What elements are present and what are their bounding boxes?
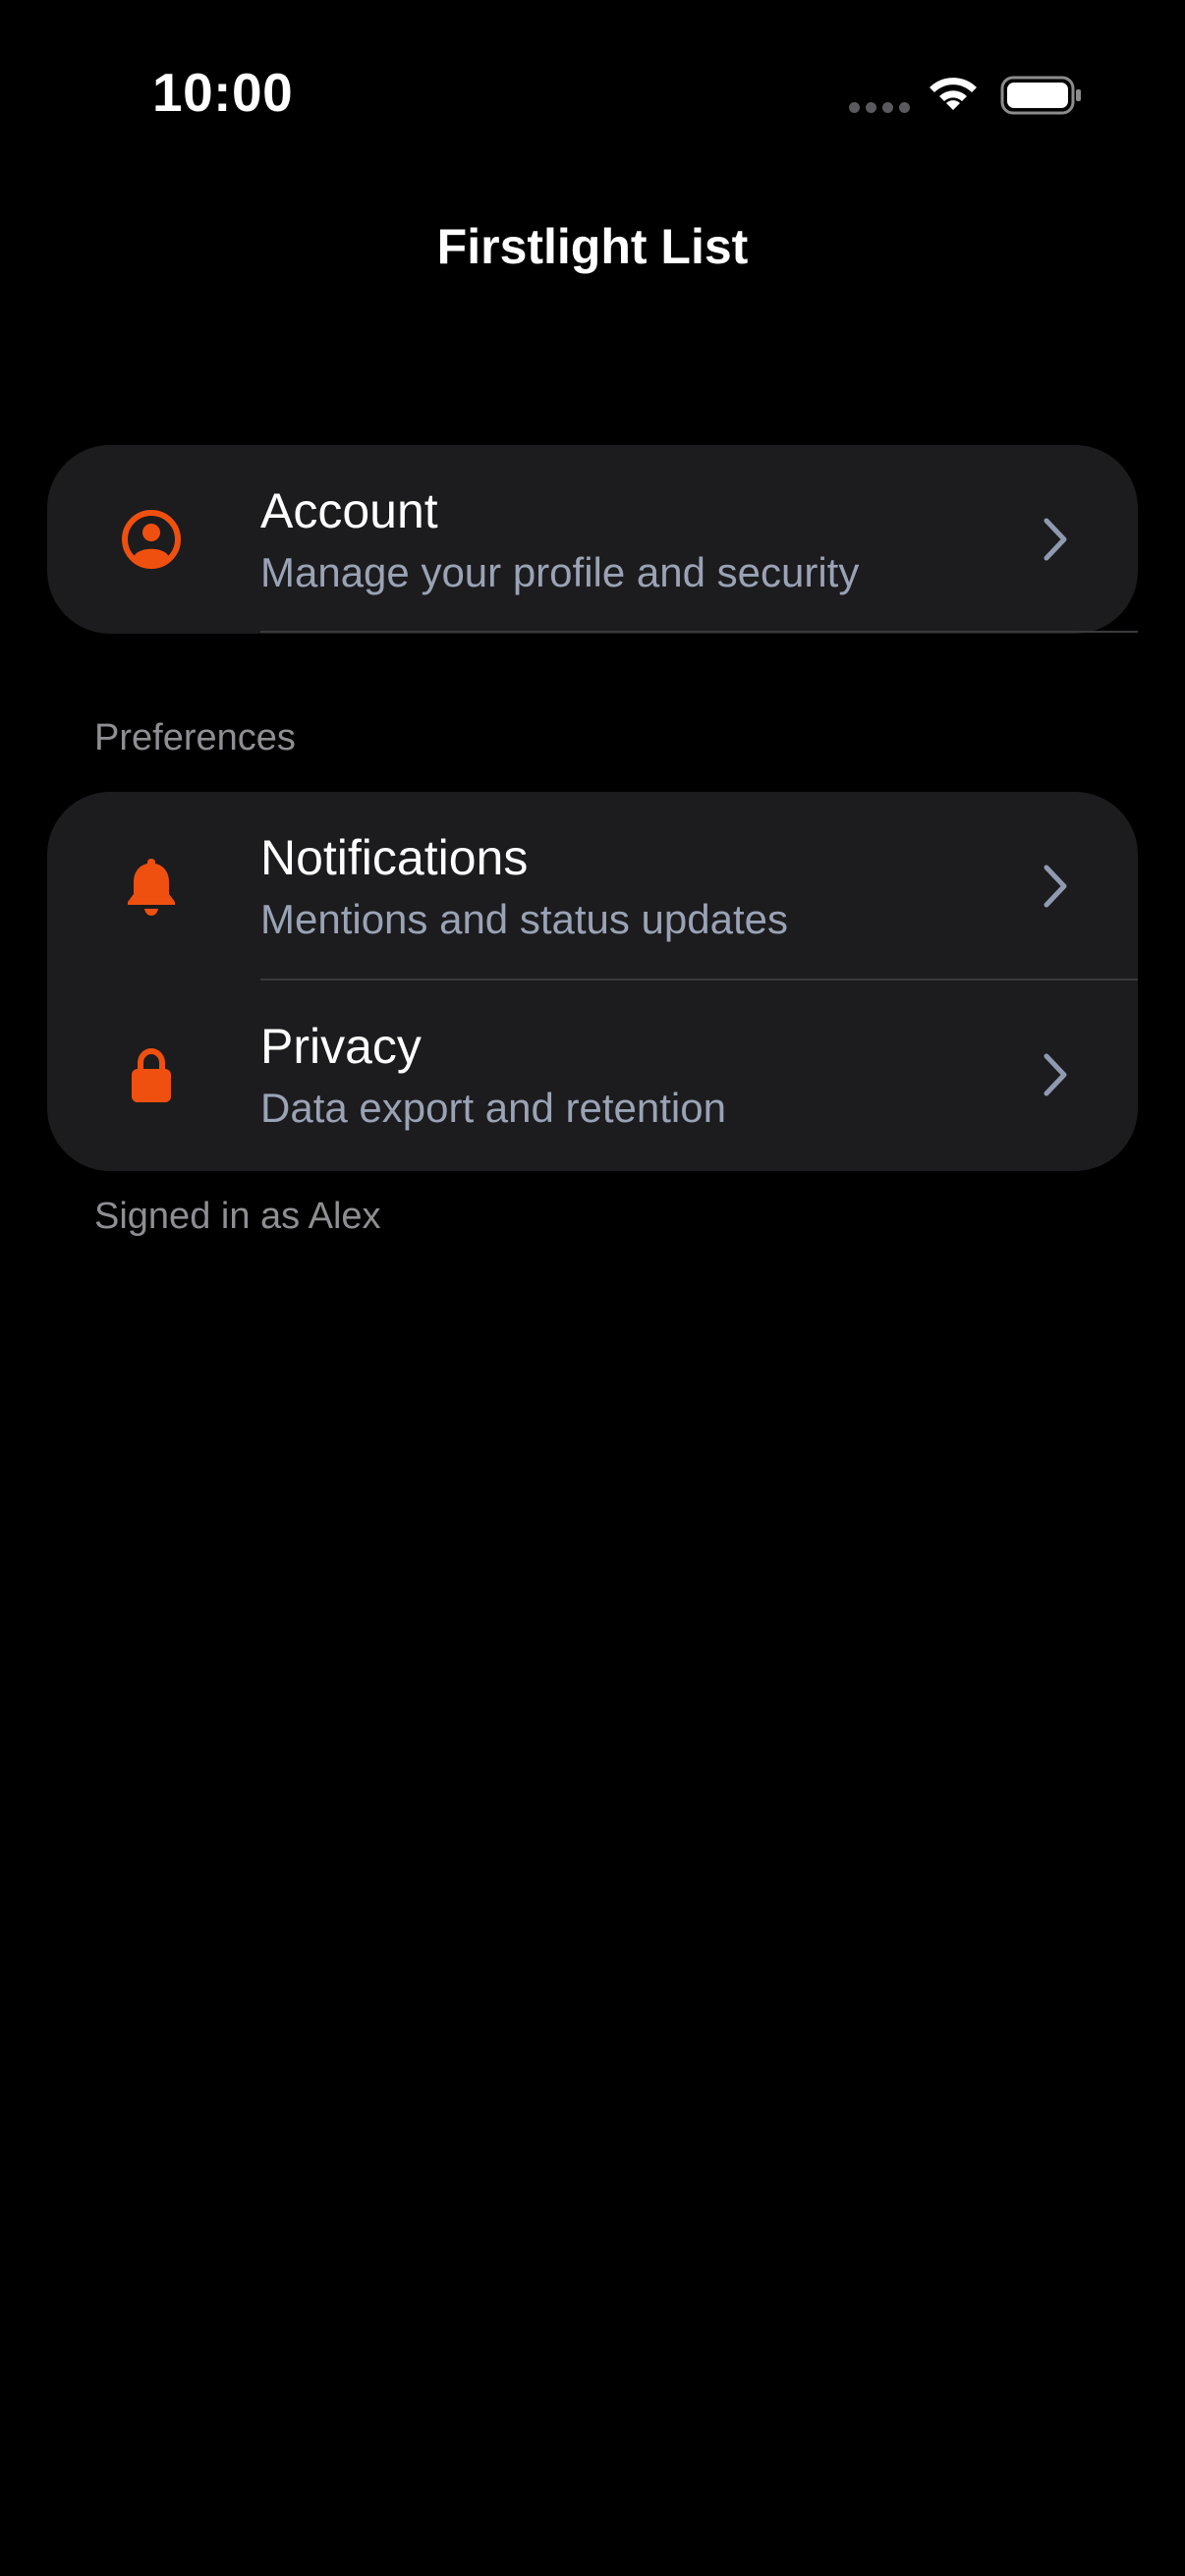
account-row[interactable]: Account Manage your profile and security	[47, 445, 1138, 634]
battery-icon	[1000, 76, 1081, 115]
divider	[260, 631, 1138, 633]
section-header-preferences: Preferences	[94, 717, 296, 758]
bell-icon	[128, 859, 175, 916]
preferences-card: Notifications Mentions and status update…	[47, 792, 1138, 1171]
account-title: Account	[260, 483, 438, 538]
wifi-icon	[930, 78, 977, 110]
notifications-subtitle: Mentions and status updates	[260, 896, 789, 942]
cellular-signal-icon	[849, 102, 910, 113]
account-subtitle: Manage your profile and security	[260, 549, 860, 595]
page-title: Firstlight List	[436, 219, 749, 274]
signed-in-footer: Signed in as Alex	[94, 1196, 381, 1237]
privacy-row[interactable]: Privacy Data export and retention	[47, 980, 1138, 1169]
status-bar: 10:00	[0, 0, 1185, 196]
chevron-right-icon	[1044, 865, 1067, 908]
chevron-right-icon	[1044, 1053, 1067, 1096]
notifications-title: Notifications	[260, 830, 529, 885]
status-time: 10:00	[152, 62, 294, 123]
person-circle-icon	[122, 510, 181, 569]
privacy-subtitle: Data export and retention	[260, 1085, 726, 1131]
chevron-right-icon	[1044, 518, 1067, 561]
privacy-title: Privacy	[260, 1019, 422, 1074]
notifications-row[interactable]: Notifications Mentions and status update…	[47, 792, 1138, 980]
lock-icon	[132, 1047, 171, 1102]
account-card: Account Manage your profile and security	[47, 445, 1138, 634]
